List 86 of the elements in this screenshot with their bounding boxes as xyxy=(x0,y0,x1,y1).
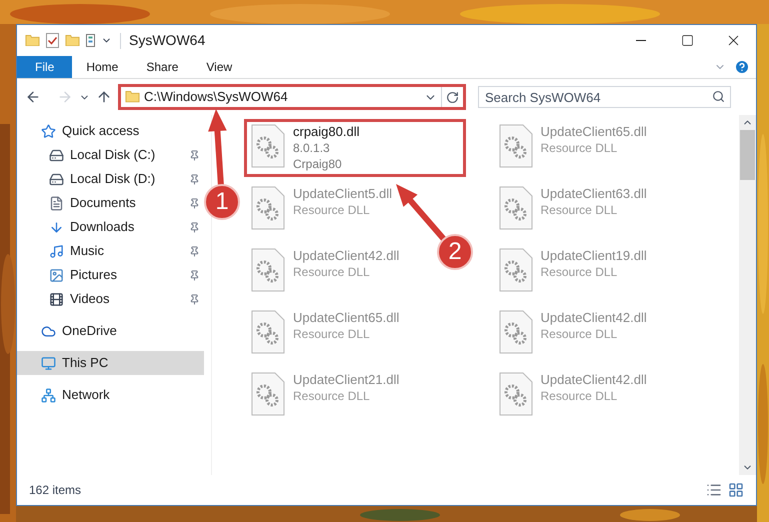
gear-file-icon xyxy=(251,186,285,230)
folder-icon xyxy=(125,91,140,103)
tiles-view-icon[interactable] xyxy=(728,482,744,498)
pin-icon[interactable] xyxy=(189,246,200,256)
scrollbar[interactable] xyxy=(739,115,756,475)
document-icon xyxy=(49,196,64,210)
file-detail: Resource DLL xyxy=(540,202,618,218)
monitor-icon xyxy=(41,356,56,370)
gear-file-icon xyxy=(498,310,532,354)
file-detail: Resource DLL xyxy=(540,388,618,404)
sidebar-item[interactable]: Documents xyxy=(17,191,142,215)
pin-icon[interactable] xyxy=(189,270,200,280)
file-detail: Crpaig80 xyxy=(293,156,343,172)
file-name: UpdateClient42.dll xyxy=(540,372,647,388)
sidebar-item[interactable]: Network xyxy=(17,383,116,407)
window-title: SysWOW64 xyxy=(129,31,206,50)
sidebar-item[interactable]: Pictures xyxy=(17,263,123,287)
maximize-icon xyxy=(680,34,694,47)
folder-icon xyxy=(25,34,40,46)
minimize-icon xyxy=(636,40,646,41)
ribbon-tab[interactable]: Share xyxy=(132,56,192,78)
sidebar-item[interactable]: OneDrive xyxy=(17,319,123,343)
file-name: UpdateClient65.dll xyxy=(540,124,647,140)
gear-file-icon xyxy=(251,124,285,168)
address-bar[interactable]: C:\Windows\SysWOW64 xyxy=(118,84,466,110)
drive-icon xyxy=(49,172,64,186)
file-detail: Resource DLL xyxy=(293,388,371,404)
file-detail: 8.0.1.3 xyxy=(293,140,331,156)
help-icon[interactable] xyxy=(734,59,750,75)
picture-icon xyxy=(49,268,64,282)
properties-icon xyxy=(86,34,95,47)
gear-file-icon xyxy=(498,248,532,292)
folder-icon xyxy=(65,34,80,46)
file-tile[interactable]: crpaig80.dll 8.0.1.3 Crpaig80 xyxy=(244,119,466,177)
cloud-icon xyxy=(41,324,56,338)
pin-icon[interactable] xyxy=(189,150,200,160)
search-field[interactable]: Search SysWOW64 xyxy=(478,86,731,108)
ribbon-tab[interactable]: View xyxy=(192,56,246,78)
file-detail: Resource DLL xyxy=(540,326,618,342)
file-name: UpdateClient65.dll xyxy=(293,310,400,326)
refresh-icon[interactable] xyxy=(446,90,459,104)
file-name: crpaig80.dll xyxy=(293,124,360,140)
sidebar-item[interactable]: Downloads xyxy=(17,215,140,239)
file-name: UpdateClient42.dll xyxy=(293,248,400,264)
item-count: 162 items xyxy=(29,482,82,499)
film-icon xyxy=(49,292,64,306)
sidebar-item[interactable]: Music xyxy=(17,239,110,263)
gear-file-icon xyxy=(251,310,285,354)
file-detail: Resource DLL xyxy=(540,264,618,280)
music-note-icon xyxy=(49,244,64,258)
address-path: C:\Windows\SysWOW64 xyxy=(144,88,289,106)
pin-icon[interactable] xyxy=(189,294,200,304)
sidebar-item[interactable]: Local Disk (C:) xyxy=(17,143,162,167)
file-name: UpdateClient42.dll xyxy=(540,310,647,326)
scrollbar-thumb[interactable] xyxy=(740,130,755,180)
pin-icon[interactable] xyxy=(189,174,200,184)
sidebar-item[interactable]: This PC xyxy=(17,351,204,375)
gear-file-icon xyxy=(498,186,532,230)
gear-file-icon xyxy=(251,372,285,416)
details-view-icon[interactable] xyxy=(706,482,722,498)
pin-icon[interactable] xyxy=(189,222,200,232)
file-name: UpdateClient19.dll xyxy=(540,248,647,264)
file-name: UpdateClient5.dll xyxy=(293,186,392,202)
file-detail: Resource DLL xyxy=(293,264,371,280)
file-name: UpdateClient21.dll xyxy=(293,372,400,388)
sidebar-item[interactable]: Local Disk (D:) xyxy=(17,167,162,191)
ribbon-tab[interactable]: File xyxy=(17,56,72,78)
file-detail: Resource DLL xyxy=(540,140,618,156)
download-arrow-icon xyxy=(49,220,64,234)
file-detail: Resource DLL xyxy=(293,326,371,342)
back-button[interactable] xyxy=(25,89,41,105)
gear-file-icon xyxy=(498,124,532,168)
gear-file-icon xyxy=(498,372,532,416)
checklist-icon xyxy=(46,33,59,48)
file-detail: Resource DLL xyxy=(293,202,371,218)
drive-icon xyxy=(49,148,64,162)
up-button[interactable] xyxy=(96,89,112,105)
ribbon-tab[interactable]: Home xyxy=(72,56,132,78)
gear-file-icon xyxy=(251,248,285,292)
network-icon xyxy=(41,388,56,402)
search-icon xyxy=(712,90,725,103)
file-name: UpdateClient63.dll xyxy=(540,186,647,202)
sidebar-item[interactable]: Videos xyxy=(17,287,116,311)
pin-icon[interactable] xyxy=(189,198,200,208)
sidebar-item[interactable]: Quick access xyxy=(17,119,146,143)
star-icon xyxy=(41,124,56,138)
